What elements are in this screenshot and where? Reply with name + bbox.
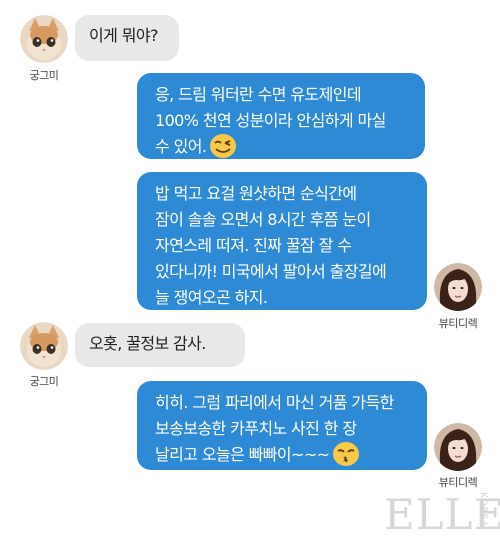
- woman-portrait-avatar[interactable]: [434, 263, 482, 311]
- message-text: 100% 천연 성분이라 안심하게 마실: [155, 111, 386, 130]
- sender-name: 궁그미: [29, 69, 59, 82]
- message-bubble-incoming: 이게 뭐야?: [75, 15, 179, 61]
- message-text: 있다니까! 미국에서 팔아서 출장길에: [155, 262, 387, 281]
- kissing-face-emoji-icon: [333, 441, 360, 466]
- message-bubble-outgoing: 히히. 그럼 파리에서 마신 거품 가득한 보송보송한 카푸치노 사진 한 장 …: [137, 381, 427, 470]
- kitten-avatar[interactable]: [20, 15, 68, 63]
- brand-watermark-sub: KOREA: [478, 492, 488, 528]
- message-text: 수 있어.: [155, 137, 207, 156]
- message-text: 밥 먹고 요걸 원샷하면 순식간에: [155, 184, 357, 203]
- message-bubble-outgoing: 밥 먹고 요걸 원샷하면 순식간에 잠이 솔솔 오면서 8시간 후쯤 눈이 자연…: [137, 172, 427, 310]
- message-text: 이게 뭐야?: [89, 26, 158, 45]
- message-text: 보송보송한 카푸치노 사진 한 장: [155, 419, 357, 438]
- sender-name: 뷰티디렉: [438, 476, 478, 489]
- message-text: 잠이 솔솔 오면서 8시간 후쯤 눈이: [155, 210, 371, 229]
- sender-name: 궁그미: [29, 375, 59, 388]
- kitten-avatar[interactable]: [20, 322, 68, 370]
- winking-smile-emoji-icon: [210, 133, 237, 158]
- message-text: 날리고 오늘은 빠빠이~~~: [155, 445, 330, 464]
- message-text: 응, 드림 워터란 수면 유도제인데: [155, 85, 362, 104]
- woman-portrait-avatar[interactable]: [434, 423, 482, 471]
- message-bubble-outgoing: 응, 드림 워터란 수면 유도제인데 100% 천연 성분이라 안심하게 마실 …: [137, 73, 425, 159]
- message-bubble-incoming: 오홋, 꿀정보 감사.: [75, 323, 245, 367]
- sender-name: 뷰티디렉: [438, 317, 478, 330]
- message-text: 자연스레 떠져. 진짜 꿀잠 잘 수: [155, 236, 352, 255]
- message-text: 오홋, 꿀정보 감사.: [89, 334, 206, 353]
- message-text: 늘 쟁여오곤 하지.: [155, 288, 268, 307]
- message-text: 히히. 그럼 파리에서 마신 거품 가득한: [155, 393, 394, 412]
